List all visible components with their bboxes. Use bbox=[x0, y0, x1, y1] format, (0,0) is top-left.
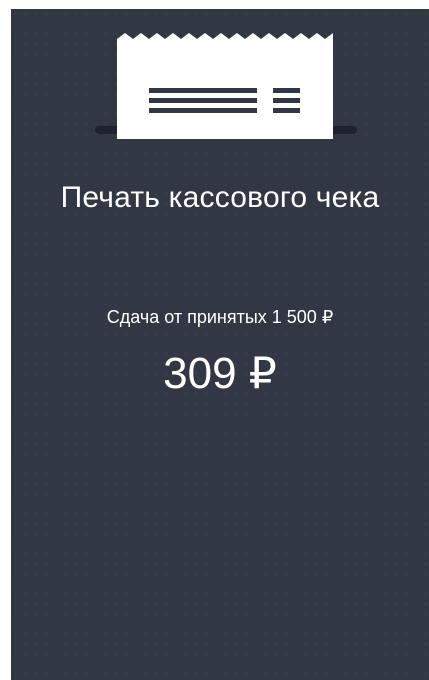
change-amount: 309 ₽ bbox=[163, 349, 277, 398]
change-caption: Сдача от принятых 1 500 ₽ bbox=[106, 307, 334, 327]
receipt-print-screen: Печать кассового чека Сдача от принятых … bbox=[11, 9, 429, 680]
page-title: Печать кассового чека bbox=[60, 181, 380, 214]
receipt-printer-icon bbox=[95, 33, 357, 139]
